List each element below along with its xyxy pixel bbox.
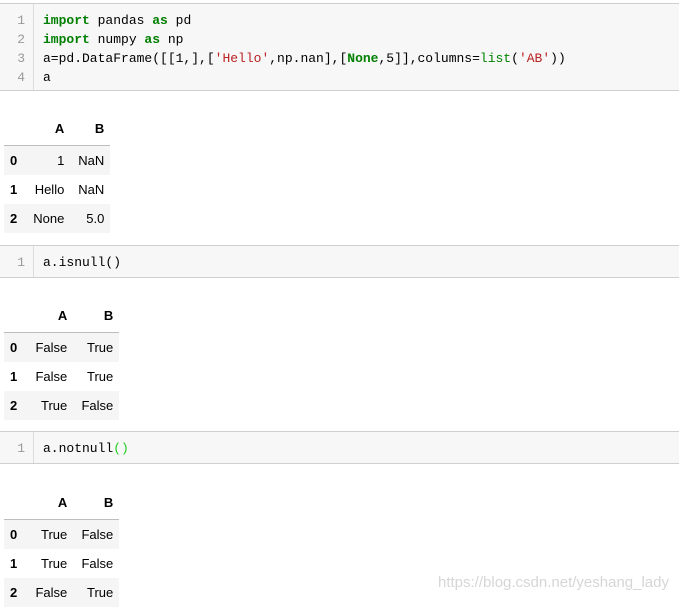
line-number: 1 [17,13,25,28]
table-cell: Hello [34,182,65,197]
line-number: 1 [17,255,25,270]
index-header [4,107,27,146]
column-header: B [103,494,114,510]
code-token: list [479,51,512,66]
index-header [4,294,27,333]
code-token: )) [550,51,566,66]
code-token: import [43,32,90,47]
code-line[interactable]: import numpy as np [43,30,566,49]
table-row: 2 False True [4,578,120,607]
code-token: pd [167,13,192,28]
table-row: 1 False True [4,362,119,391]
code-line[interactable]: import pandas as pd [43,11,566,30]
code-token: np [160,32,184,47]
table-row: 0 1 NaN [4,145,111,175]
code-token: a.notnull [43,441,114,456]
table-row: 2 None 5.0 [4,204,111,233]
table-cell: True [86,340,114,355]
code-token: numpy [89,32,145,47]
code-token: as [144,32,161,47]
table-cell: False [81,398,114,413]
table-cell: False [81,527,114,542]
column-header: B [94,120,105,136]
table-cell: 5.0 [86,211,105,226]
code-token: ,np.nan],[ [269,51,348,66]
table-row: 1 True False [4,549,119,578]
code-token: ,5]],columns= [378,51,480,66]
code-token: None [347,51,379,66]
code-token: 'AB' [518,51,551,66]
row-index: 2 [10,211,18,226]
code-line[interactable]: a.isnull() [43,253,121,272]
code-editor[interactable]: a.isnull() [34,246,121,277]
table-cell: False [81,556,114,571]
table-cell: NaN [78,153,105,168]
row-index: 0 [10,340,18,355]
line-number: 4 [17,70,25,85]
table-row: 1 Hello NaN [4,175,110,204]
column-header: A [57,307,68,323]
column-header: B [103,307,114,323]
row-index: 2 [10,398,18,413]
table-row: 2 True False [4,391,120,420]
code-line[interactable]: a [43,68,566,87]
row-index: 1 [10,182,18,197]
code-token: a.isnull() [43,255,122,270]
table-cell: NaN [78,182,105,197]
dataframe-table: A B 0 False True 1 False True 2 True False [4,294,120,420]
table-row: 0 False True [4,332,120,362]
code-editor[interactable]: import pandas as pd import numpy as np a=p… [34,4,566,90]
row-index: 1 [10,369,18,384]
row-index: 1 [10,556,18,571]
column-header: A [54,120,65,136]
line-number-gutter: 1 [0,246,34,277]
line-number-gutter: 1 2 3 4 [0,4,34,90]
dataframe-table: A B 0 1 NaN 1 Hello NaN 2 None 5.0 [4,107,111,233]
table-cell: True [86,585,114,600]
table-cell: False [35,340,68,355]
code-token: 'Hello' [214,51,270,66]
code-token: a [43,70,51,85]
code-token: a=pd.DataFrame([[1,],[ [43,51,215,66]
code-token: import [43,13,90,28]
code-token: pandas [89,13,153,28]
table-cell: True [86,369,114,384]
output-area-1: A B 0 1 NaN 1 Hello NaN 2 None 5.0 [4,107,111,233]
dataframe-table: A B 0 True False 1 True False 2 False True [4,481,120,607]
watermark: https://blog.csdn.net/yeshang_lady [438,574,669,591]
table-cell: False [35,585,68,600]
output-area-2: A B 0 False True 1 False True 2 True False [4,294,120,420]
code-token: ( [511,51,519,66]
table-row: 0 True False [4,519,120,549]
table-cell: 1 [57,153,65,168]
code-line[interactable]: a=pd.DataFrame([[1,],['Hello',np.nan],[N… [43,49,566,68]
code-token: as [152,13,168,28]
table-cell: False [35,369,68,384]
code-cell-3[interactable]: 1 a.notnull() [0,431,679,464]
output-area-3: A B 0 True False 1 True False 2 False True [4,481,120,607]
row-index: 0 [10,527,18,542]
table-cell: True [40,398,68,413]
line-number: 2 [17,32,25,47]
index-header [4,481,27,520]
table-cell: True [40,527,68,542]
code-cell-2[interactable]: 1 a.isnull() [0,245,679,278]
line-number-gutter: 1 [0,432,34,463]
line-number: 3 [17,51,25,66]
code-line[interactable]: a.notnull() [43,439,129,458]
line-number: 1 [17,441,25,456]
row-index: 2 [10,585,18,600]
table-cell: True [40,556,68,571]
row-index: 0 [10,153,18,168]
code-editor[interactable]: a.notnull() [34,432,129,463]
code-cell-1[interactable]: 1234 import pandas as pd import numpy as … [0,3,679,91]
table-cell: None [33,211,65,226]
code-token: () [113,441,129,456]
column-header: A [57,494,68,510]
